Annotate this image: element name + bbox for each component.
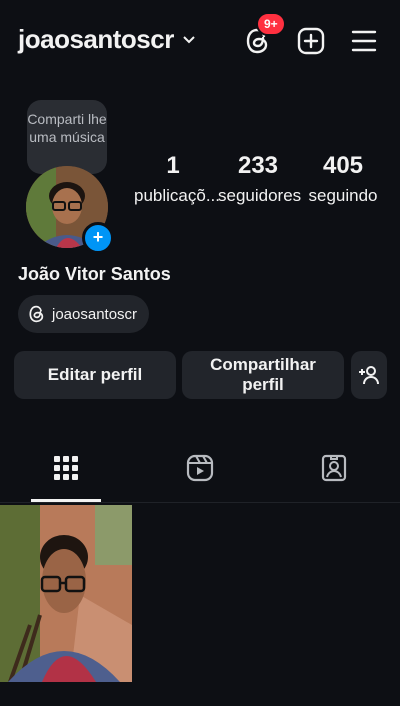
menu-icon[interactable] [350,24,378,58]
full-name: João Vitor Santos [18,264,171,284]
post-photo [0,505,132,682]
note-bubble[interactable]: Comparti lhe uma música [27,100,107,182]
tab-tagged[interactable] [314,448,354,488]
grid-icon [54,456,78,480]
tagged-icon [321,454,347,482]
stat-label: seguidores [218,186,302,205]
share-profile-button[interactable]: Compartilhar perfil [182,351,344,399]
chevron-down-icon [183,35,195,43]
post-thumbnail[interactable] [0,505,132,682]
discover-people-button[interactable] [351,351,387,399]
username: joaosantoscr [18,24,174,54]
stat-label: publicaçõ... [134,186,220,205]
username-switcher[interactable]: joaosantoscr [18,24,196,55]
stat-value: 1 [166,152,180,179]
notification-badge: 9+ [256,12,286,36]
new-post-icon[interactable] [297,24,325,58]
edit-profile-button[interactable]: Editar perfil [14,351,176,399]
tab-grid[interactable] [46,448,86,488]
stat-posts[interactable]: 1 publicaçõ... [134,152,220,206]
add-person-icon [359,366,379,385]
tab-reels[interactable] [180,448,220,488]
stat-value: 405 [322,152,364,179]
note-text: Comparti lhe uma música [27,111,107,145]
threads-handle: joaosantoscr [52,305,138,323]
stat-followers[interactable]: 233 seguidores [218,152,302,206]
stat-label: seguindo [308,186,378,205]
tabs-divider [0,502,400,503]
add-story-button[interactable]: + [82,222,114,254]
reels-icon [186,454,214,482]
threads-link[interactable]: joaosantoscr [18,295,150,333]
active-tab-indicator [31,499,101,502]
stat-value: 233 [237,152,279,179]
threads-icon [29,305,44,323]
stat-following[interactable]: 405 seguindo [306,152,380,206]
